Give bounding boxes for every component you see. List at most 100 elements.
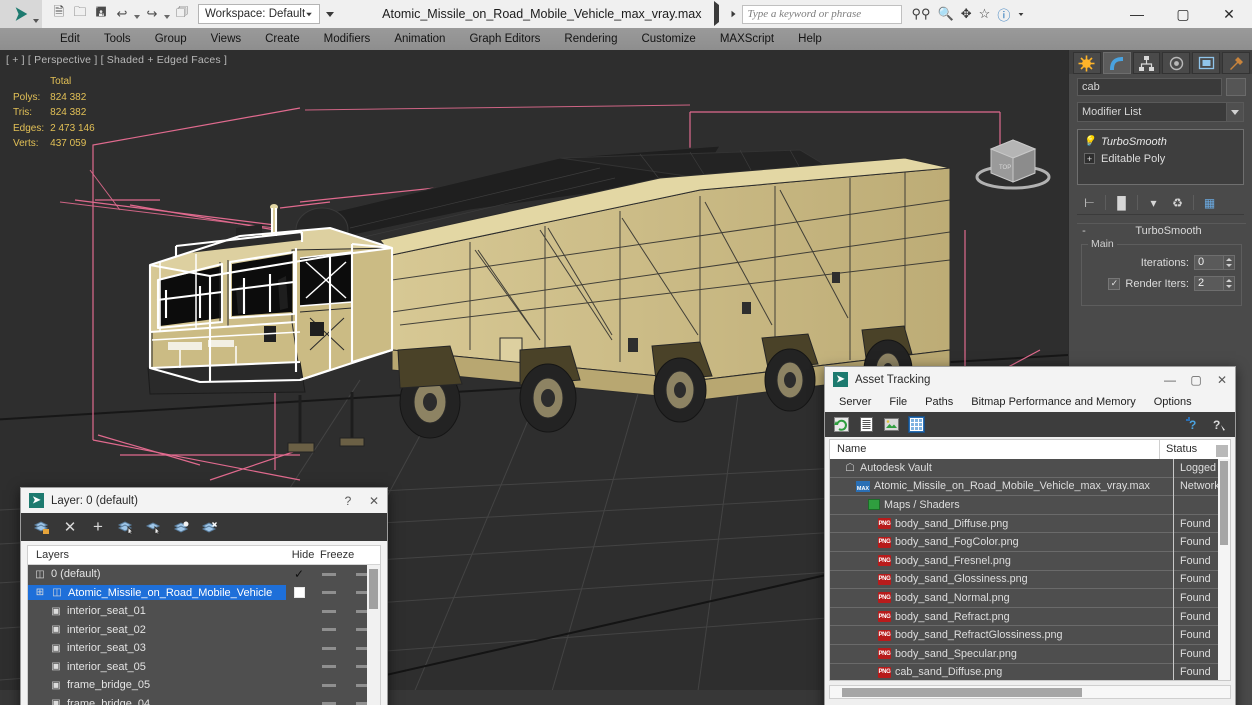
- table-row[interactable]: MAX Atomic_Missile_on_Road_Mobile_Vehicl…: [830, 477, 1230, 497]
- modify-tab[interactable]: [1102, 52, 1131, 74]
- app-menu-button[interactable]: ➤: [0, 0, 42, 28]
- rollout-header[interactable]: - TurboSmooth: [1077, 223, 1246, 238]
- hide-toggle[interactable]: [312, 572, 346, 576]
- help-new-icon[interactable]: ?: [1185, 416, 1202, 433]
- table-row[interactable]: PNG body_sand_FogColor.png Found: [830, 532, 1230, 552]
- select-highlighted-icon[interactable]: [145, 518, 163, 536]
- grid-view-icon[interactable]: [908, 416, 925, 433]
- scrollbar-thumb[interactable]: [842, 688, 1082, 697]
- binoculars-icon[interactable]: ⚲⚲: [912, 6, 931, 22]
- show-end-result-icon[interactable]: █: [1113, 194, 1130, 211]
- hierarchy-tab[interactable]: [1132, 52, 1161, 74]
- table-row[interactable]: ☖ Autodesk Vault Logged O: [830, 458, 1230, 478]
- hide-toggle[interactable]: [312, 628, 346, 632]
- add-layer-icon[interactable]: +: [89, 517, 107, 536]
- modifier-stack-item-editable-poly[interactable]: + Editable Poly: [1078, 150, 1243, 167]
- redo-icon[interactable]: ↪: [142, 4, 162, 24]
- layer-name[interactable]: ◫ 0 (default): [28, 567, 286, 582]
- asset-tracking-dialog[interactable]: ➤ Asset Tracking — ▢ ✕ Server File Paths…: [824, 366, 1236, 705]
- redo-dropdown-icon[interactable]: [164, 15, 170, 19]
- table-row[interactable]: ▣ frame_bridge_05: [28, 676, 380, 695]
- menu-item-options[interactable]: Options: [1146, 392, 1200, 412]
- asset-name-cell[interactable]: PNG body_sand_Glossiness.png: [830, 570, 1174, 589]
- pin-stack-icon[interactable]: ⊢: [1081, 194, 1098, 211]
- display-tab[interactable]: [1192, 52, 1221, 74]
- layer-help-button[interactable]: ?: [335, 488, 361, 513]
- object-name[interactable]: ▣ interior_seat_01: [44, 604, 286, 619]
- table-row[interactable]: ⊞ ◫ Atomic_Missile_on_Road_Mobile_Vehicl…: [28, 584, 380, 603]
- menu-item-edit[interactable]: Edit: [48, 28, 92, 50]
- minimize-button[interactable]: —: [1114, 0, 1160, 28]
- table-row[interactable]: ▣ interior_seat_05: [28, 658, 380, 677]
- menu-item-server[interactable]: Server: [831, 392, 879, 412]
- menu-item-group[interactable]: Group: [143, 28, 199, 50]
- help-icon[interactable]: ⓘ: [997, 5, 1010, 24]
- undo-icon[interactable]: ↩: [112, 4, 132, 24]
- close-button[interactable]: ✕: [1206, 0, 1252, 28]
- search-input[interactable]: Type a keyword or phrase: [741, 4, 902, 24]
- scrollbar-thumb[interactable]: [1220, 461, 1228, 545]
- make-unique-icon[interactable]: ▾: [1145, 194, 1162, 211]
- object-color-swatch[interactable]: [1226, 78, 1246, 96]
- object-name[interactable]: ▣ frame_bridge_04: [44, 696, 286, 705]
- table-row[interactable]: PNG body_sand_RefractGlossiness.png Foun…: [830, 625, 1230, 645]
- table-row[interactable]: PNG body_sand_Diffuse.png Found: [830, 514, 1230, 534]
- menu-item-animation[interactable]: Animation: [382, 28, 457, 50]
- modifier-stack-item-turbosmooth[interactable]: 💡 TurboSmooth: [1078, 133, 1243, 150]
- menu-item-modifiers[interactable]: Modifiers: [312, 28, 383, 50]
- asset-name-cell[interactable]: MAX Atomic_Missile_on_Road_Mobile_Vehicl…: [830, 477, 1174, 496]
- remove-modifier-icon[interactable]: ♻: [1169, 194, 1186, 211]
- table-row[interactable]: PNG body_sand_Glossiness.png Found: [830, 570, 1230, 590]
- wrench-icon[interactable]: 🔍: [938, 6, 954, 22]
- table-row[interactable]: ▣ interior_seat_01: [28, 602, 380, 621]
- asset-name-cell[interactable]: PNG cab_sand_Diffuse.png: [830, 663, 1174, 680]
- menu-item-graph-editors[interactable]: Graph Editors: [457, 28, 552, 50]
- configure-sets-icon[interactable]: ▦: [1201, 194, 1218, 211]
- table-row[interactable]: PNG body_sand_Specular.png Found: [830, 644, 1230, 664]
- scrollbar-thumb[interactable]: [369, 569, 378, 609]
- viewport-label[interactable]: [ + ] [ Perspective ] [ Shaded + Edged F…: [6, 54, 227, 66]
- save-file-icon[interactable]: 🖪: [91, 4, 111, 24]
- object-name[interactable]: ▣ interior_seat_03: [44, 641, 286, 656]
- motion-tab[interactable]: [1162, 52, 1191, 74]
- table-row[interactable]: PNG body_sand_Fresnel.png Found: [830, 551, 1230, 571]
- menu-item-customize[interactable]: Customize: [629, 28, 707, 50]
- open-file-icon[interactable]: 🗀: [70, 4, 90, 24]
- asset-minimize-button[interactable]: —: [1157, 367, 1183, 392]
- menu-item-maxscript[interactable]: MAXScript: [708, 28, 786, 50]
- new-file-icon[interactable]: 🗎: [49, 4, 69, 24]
- delete-layer-icon[interactable]: ✕: [61, 518, 79, 536]
- compass-icon[interactable]: ✥: [961, 6, 972, 22]
- create-tab[interactable]: [1073, 52, 1101, 74]
- asset-table[interactable]: Name Status ☖ Autodesk Vault Logged O MA…: [829, 439, 1231, 681]
- asset-name-cell[interactable]: PNG body_sand_RefractGlossiness.png: [830, 625, 1174, 645]
- asset-table-horizontal-scrollbar[interactable]: [829, 685, 1231, 699]
- object-name[interactable]: ▣ interior_seat_05: [44, 659, 286, 674]
- hide-toggle[interactable]: [312, 683, 346, 687]
- refresh-icon[interactable]: [833, 416, 850, 433]
- layer-list-vertical-scrollbar[interactable]: [367, 565, 380, 705]
- iterations-stepper[interactable]: [1224, 255, 1235, 270]
- undo-dropdown-icon[interactable]: [134, 15, 140, 19]
- table-row[interactable]: ▣ frame_bridge_04: [28, 695, 380, 705]
- new-layer-icon[interactable]: [33, 518, 51, 536]
- current-layer-check[interactable]: ✓: [286, 567, 312, 581]
- expand-plus-icon[interactable]: +: [1084, 153, 1095, 164]
- menu-item-tools[interactable]: Tools: [92, 28, 143, 50]
- help-chevron-down-icon[interactable]: [1018, 12, 1024, 16]
- layer-dialog[interactable]: ➤ Layer: 0 (default) ? ✕ ✕ + Layers Hide…: [20, 487, 388, 705]
- menu-item-create[interactable]: Create: [253, 28, 312, 50]
- table-row[interactable]: PNG body_sand_Normal.png Found: [830, 588, 1230, 608]
- asset-name-cell[interactable]: ☖ Autodesk Vault: [830, 458, 1174, 478]
- lightbulb-icon[interactable]: 💡: [1083, 136, 1095, 147]
- render-iters-value[interactable]: 2: [1194, 276, 1224, 291]
- hide-toggle[interactable]: [312, 665, 346, 669]
- menu-item-rendering[interactable]: Rendering: [552, 28, 629, 50]
- asset-name-cell[interactable]: Maps / Shaders: [830, 495, 1174, 515]
- layer-list[interactable]: Layers Hide Freeze ◫ 0 (default) ✓ ⊞ ◫ A…: [27, 545, 381, 705]
- render-iters-spinner[interactable]: 2: [1194, 276, 1235, 291]
- utilities-tab[interactable]: [1222, 52, 1250, 74]
- select-objects-icon[interactable]: [117, 518, 135, 536]
- object-name[interactable]: ▣ frame_bridge_05: [44, 678, 286, 693]
- current-layer-checkbox[interactable]: [286, 587, 312, 599]
